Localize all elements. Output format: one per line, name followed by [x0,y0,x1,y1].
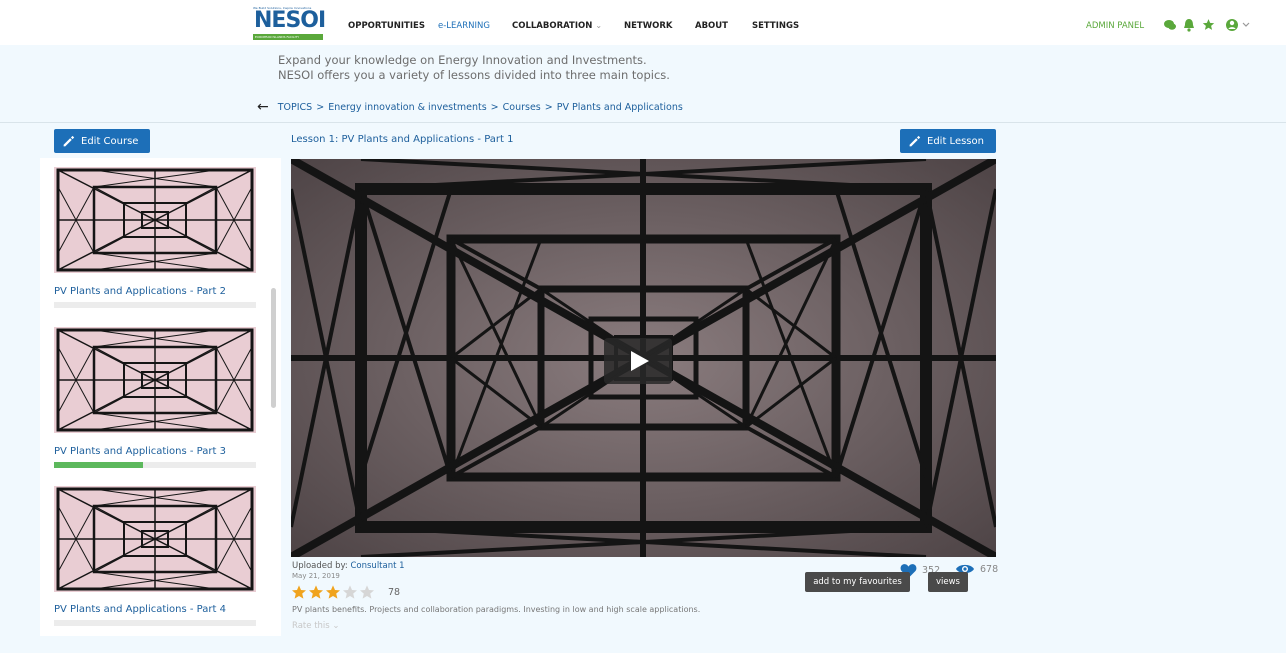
breadcrumb-topics[interactable]: TOPICS [278,102,312,113]
star-rating: 78 [291,584,400,600]
nav-collaboration-label: COLLABORATION [512,21,593,31]
lesson-card[interactable] [54,167,256,273]
pencil-icon [909,135,921,146]
lesson-title-part-4[interactable]: PV Plants and Applications - Part 4 [54,604,226,615]
nav-settings[interactable]: SETTINGS [752,21,799,31]
edit-lesson-button[interactable]: Edit Lesson [900,129,996,153]
lesson-progress-bar [54,462,256,468]
bell-icon[interactable] [1183,18,1195,32]
back-arrow-icon[interactable]: ← [257,100,269,114]
star-empty-icon [343,585,357,599]
nav-about[interactable]: ABOUT [695,21,728,31]
lesson-progress-bar [54,302,256,308]
lesson-sidebar: PV Plants and Applications - Part 2 PV P… [40,158,281,636]
header-divider [0,122,1286,123]
lesson-progress-fill [54,462,143,468]
star-empty-icon [360,585,374,599]
chevron-down-icon: ⌄ [332,621,340,631]
uploaded-by-label: Uploaded by: [292,561,348,571]
star-filled-icon [326,585,340,599]
nav-network[interactable]: NETWORK [624,21,672,31]
intro-line-1: Expand your knowledge on Energy Innovati… [278,53,647,67]
star-filled-icon [309,585,323,599]
lesson-card[interactable] [54,486,256,592]
breadcrumb-current[interactable]: PV Plants and Applications [557,102,683,113]
logo-wordmark: NESOI [254,8,326,33]
pencil-icon [63,135,75,146]
nav-e-learning[interactable]: e-LEARNING [438,21,490,31]
lesson-description: PV plants benefits. Projects and collabo… [292,605,701,614]
lesson-title-part-2[interactable]: PV Plants and Applications - Part 2 [54,286,226,297]
rate-this-toggle[interactable]: Rate this ⌄ [292,621,340,631]
breadcrumb-separator: > [544,101,553,113]
nav-collaboration[interactable]: COLLABORATION ⌄ [512,21,602,31]
upload-date: May 21, 2019 [292,572,340,580]
favourites-tooltip: add to my favourites [805,572,910,592]
views-tooltip: views [928,572,968,592]
views-count: 678 [980,563,999,575]
lesson-title-part-3[interactable]: PV Plants and Applications - Part 3 [54,446,226,457]
lesson-title: Lesson 1: PV Plants and Applications - P… [291,134,514,145]
uploader-link[interactable]: Consultant 1 [350,561,404,571]
user-menu[interactable] [1226,18,1251,32]
logo-subtitle: EUROPEAN ISLANDS FACILITY [255,35,300,39]
nesoi-logo[interactable]: We Build Solutions, Inspire Innovations … [253,6,326,40]
lesson-thumbnail[interactable] [54,327,256,433]
star-filled-icon [292,585,306,599]
breadcrumb-topic[interactable]: Energy innovation & investments [328,102,486,113]
nav-opportunities[interactable]: OPPORTUNITIES [348,21,425,31]
play-button[interactable] [604,338,672,384]
play-icon [631,351,649,371]
edit-course-label: Edit Course [81,135,139,147]
rating-count: 78 [388,586,401,598]
lesson-progress-bar [54,620,256,626]
uploaded-by: Uploaded by: Consultant 1 [292,561,405,571]
breadcrumb-courses[interactable]: Courses [503,102,541,113]
top-navigation-bar: We Build Solutions, Inspire Innovations … [0,0,1286,45]
star-icon[interactable] [1202,18,1215,31]
admin-panel-link[interactable]: ADMIN PANEL [1086,21,1144,31]
intro-line-2: NESOI offers you a variety of lessons di… [278,68,670,82]
breadcrumb-separator: > [490,101,499,113]
intro-text: Expand your knowledge on Energy Innovati… [278,53,670,83]
lesson-thumbnail[interactable] [54,167,256,273]
edit-course-button[interactable]: Edit Course [54,129,150,153]
chevron-down-icon: ⌄ [595,21,603,30]
breadcrumb-separator: > [316,101,325,113]
sidebar-scrollbar[interactable] [271,288,276,408]
chat-icon[interactable] [1163,18,1177,32]
lesson-thumbnail[interactable] [54,486,256,592]
rate-this-label: Rate this [292,621,330,631]
edit-lesson-label: Edit Lesson [927,135,984,147]
breadcrumb: ← TOPICS > Energy innovation & investmen… [257,100,683,114]
lesson-card[interactable] [54,327,256,433]
